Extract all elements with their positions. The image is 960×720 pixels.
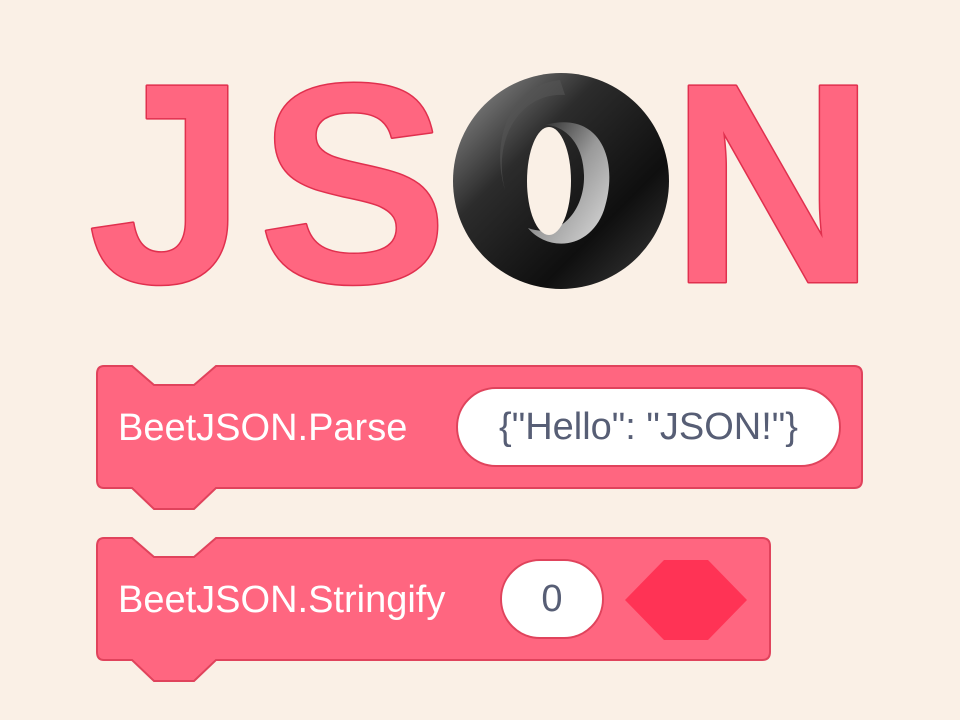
stringify-block[interactable]: BeetJSON.Stringify 0 <box>96 537 772 685</box>
parse-block-label: BeetJSON.Parse <box>118 407 408 449</box>
json-logo: J S N <box>87 24 878 331</box>
logo-letter-n: N <box>670 25 876 330</box>
logo-letter-j: J <box>88 25 247 330</box>
json-ring-icon <box>453 73 669 289</box>
parse-block[interactable]: BeetJSON.Parse {"Hello": "JSON!"} <box>96 365 864 513</box>
stringify-block-label: BeetJSON.Stringify <box>118 579 446 621</box>
logo-letter-s: S <box>258 25 448 330</box>
stringify-value-input[interactable]: 0 <box>500 559 604 639</box>
hexagon-slot-icon[interactable] <box>624 559 748 641</box>
parse-json-input[interactable]: {"Hello": "JSON!"} <box>456 387 841 467</box>
